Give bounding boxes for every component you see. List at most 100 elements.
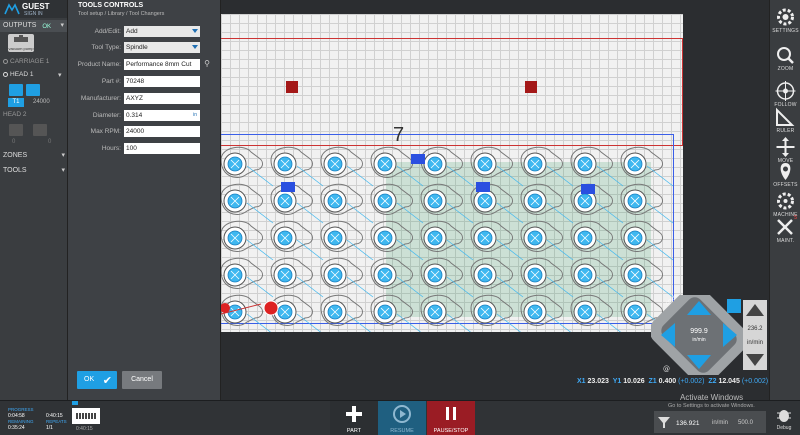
hours-input[interactable]: 100 (124, 143, 200, 154)
head1-row[interactable]: HEAD 1 (3, 71, 33, 78)
chevron-down-icon: ▾ (61, 152, 65, 159)
part-toolpath (620, 220, 674, 261)
pause-icon (446, 407, 456, 420)
add-edit-select[interactable]: Add (124, 26, 200, 37)
part-button[interactable]: PART (330, 401, 378, 435)
tool-type-select[interactable]: Spindle (124, 42, 200, 53)
head2-row[interactable]: HEAD 2 (3, 111, 26, 118)
repeats-value: 1/1 (46, 425, 53, 431)
part-toolpath (270, 183, 324, 224)
part-toolpath (221, 220, 274, 261)
windows-watermark: Activate Windows (680, 393, 744, 402)
z2-offset: (+0.002) (741, 378, 769, 385)
z-jog-control[interactable]: 236.2 in/min (743, 300, 767, 370)
part-toolpath (420, 294, 471, 332)
zones-section[interactable]: ZONES ▾ (0, 150, 68, 162)
clamp-marker (411, 154, 425, 164)
left-sidebar: GUEST SIGN IN OUTPUTS OK ▾ vacuum pump C… (0, 0, 68, 400)
play-icon (393, 405, 411, 423)
caret-down-icon (192, 29, 198, 33)
progress-marker (72, 401, 78, 405)
windows-watermark-sub: Go to Settings to activate Windows. (668, 403, 755, 409)
ok-label: OK (84, 376, 95, 383)
vacuum-output-button[interactable]: vacuum pump (8, 34, 34, 52)
toolbar-settings-button[interactable]: SETTINGS (770, 2, 800, 38)
max-rpm-input[interactable]: 24000 (124, 126, 200, 137)
tool-type-row: Tool Type: Spindle (68, 42, 221, 54)
pause-label: PAUSE/STOP (433, 428, 469, 434)
chevron-down-icon: ▾ (58, 72, 62, 79)
pause-stop-button[interactable]: PAUSE/STOP (427, 401, 475, 435)
spindle-tool-icon[interactable] (9, 84, 23, 96)
part-toolpath (270, 146, 324, 187)
plus-icon (346, 406, 362, 422)
part-toolpath (520, 220, 574, 261)
carriage-label: CARRIAGE 1 (10, 58, 50, 65)
ok-button[interactable]: OK ✔ (77, 371, 117, 389)
cancel-button[interactable]: Cancel (122, 371, 162, 389)
head1-label: HEAD 1 (10, 71, 34, 78)
settings-icon (777, 8, 794, 26)
part-input[interactable]: 70248 (124, 76, 200, 87)
signin-link[interactable]: SIGN IN (24, 11, 43, 17)
part-toolpath (221, 257, 274, 298)
debug-button[interactable]: Debug (770, 407, 798, 435)
tool-type-label: Tool Type: (91, 44, 121, 51)
part-toolpath (270, 257, 324, 298)
part-toolpath (420, 183, 474, 224)
job-thumbnail[interactable] (72, 408, 100, 424)
breadcrumb: Tool setup / Library / Tool Changers (78, 11, 165, 17)
tool-position-marker (263, 300, 279, 316)
feed-value: 136.921 (676, 420, 700, 427)
user-name: GUEST (22, 2, 50, 11)
part-label: Part #: (101, 78, 121, 85)
part-toolpath (420, 220, 474, 261)
toolpath-canvas[interactable]: 7 X1 23.023 Y1 10.026 Z1 0.400 (+0.002) … (221, 0, 769, 400)
part-toolpath (470, 146, 524, 187)
toolbar-maint-button[interactable]: MAINT. 5 (770, 212, 800, 248)
head2-tool-icon (33, 124, 47, 136)
resume-button[interactable]: RESUME (378, 401, 426, 435)
bottom-bar: PROGRESS 0:04:58 0:40:15 REMAINING REPEATS… (0, 393, 800, 435)
part-toolpath (320, 183, 374, 224)
product-name-input[interactable]: Performance 8mm Cut (124, 59, 200, 70)
diameter-input[interactable]: 0.314 in (124, 110, 200, 121)
x-axis-label: X1 (577, 378, 586, 385)
part-toolpath (570, 257, 624, 298)
part-toolpath (221, 146, 274, 187)
active-tool-badge[interactable]: T1 (8, 98, 24, 107)
z1-axis-label: Z1 (648, 378, 657, 385)
app-window: GUEST SIGN IN OUTPUTS OK ▾ vacuum pump C… (0, 0, 800, 435)
rabbit-icon[interactable] (727, 299, 741, 313)
spindle-speed: 24000 (33, 99, 50, 105)
feed-rate-panel[interactable]: 136.921 in/min 500.0 (654, 411, 766, 433)
outputs-section[interactable]: OUTPUTS OK ▾ (0, 20, 67, 32)
product-name-label: Product Name: (77, 61, 121, 68)
jog-control[interactable]: 999.9 in/min CONTINUOUS @ (651, 295, 747, 375)
coordinate-readout: X1 23.023 Y1 10.026 Z1 0.400 (+0.002) Z2… (577, 378, 768, 385)
tools-label: TOOLS (3, 167, 27, 174)
z-value: 236.2 (747, 326, 763, 332)
z1-offset: (+0.002) (678, 378, 705, 385)
part-toolpath (270, 220, 324, 261)
part-label: PART (346, 428, 362, 434)
part-toolpath (520, 257, 574, 298)
check-icon: ✔ (102, 375, 112, 387)
tools-section[interactable]: TOOLS ▾ (0, 165, 68, 177)
part-toolpath (370, 146, 424, 187)
search-icon[interactable]: ⚲ (201, 59, 213, 70)
part-toolpath (570, 146, 624, 187)
drill-tool-icon[interactable] (26, 84, 40, 96)
part-toolpath (570, 294, 621, 332)
chevron-down-icon: ▾ (61, 167, 65, 174)
manufacturer-input[interactable]: AXYZ (124, 93, 200, 104)
snail-icon[interactable]: @ (663, 365, 670, 373)
toolbar-zoom-button[interactable]: ZOOM (770, 40, 800, 76)
head2-value-a: 0 (12, 139, 16, 145)
jog-speed: 999.9 (690, 328, 708, 335)
part-toolpath (420, 257, 474, 298)
hours-value: 100 (126, 145, 137, 152)
carriage-row[interactable]: CARRIAGE 1 (3, 58, 49, 65)
part-toolpath (520, 146, 574, 187)
brand-header[interactable]: GUEST SIGN IN (0, 0, 67, 18)
